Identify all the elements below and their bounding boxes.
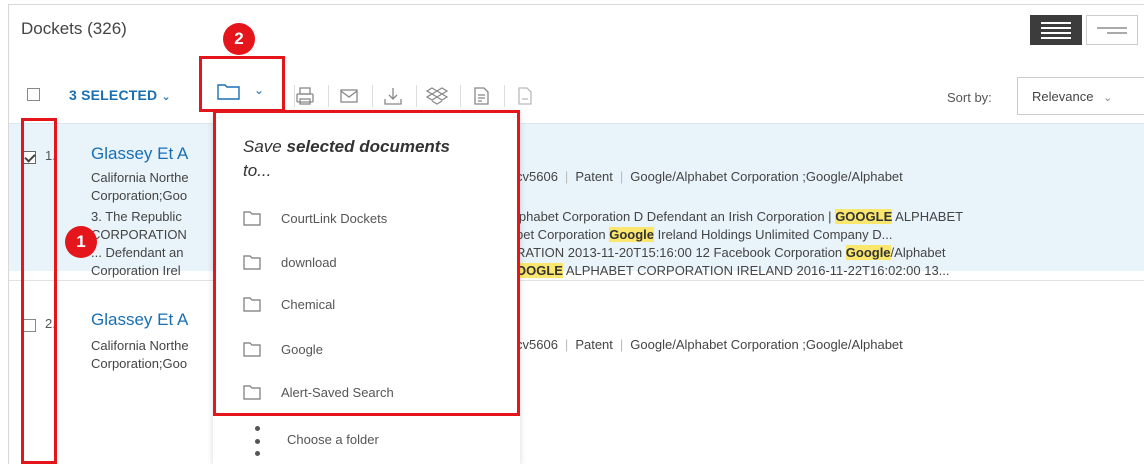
- selected-count-dropdown[interactable]: 3 SELECTED ⌄: [69, 87, 171, 103]
- toolbar-divider: [504, 85, 505, 107]
- result-parties: Google/Alphabet Corporation ;Google/Alph…: [630, 337, 903, 352]
- chevron-down-icon: ⌄: [1103, 92, 1113, 104]
- result-item: 1. Glassey Et A California Northe Corpor…: [9, 123, 1144, 278]
- toolbar-divider: [372, 85, 373, 107]
- folder-icon: [243, 342, 261, 357]
- snippet-line: bet Corporation Google Ireland Holdings …: [516, 227, 893, 242]
- menu-item-label: Alert-Saved Search: [281, 384, 394, 400]
- toolbar-divider: [460, 85, 461, 107]
- dropbox-icon[interactable]: [425, 85, 449, 107]
- sort-label: Sort by:: [947, 90, 992, 105]
- result-meta: California Northe Corporation;Goo: [91, 169, 189, 205]
- choose-folder-label: Choose a folder: [287, 432, 379, 447]
- folder-icon: [243, 255, 261, 270]
- list-view-button[interactable]: [1030, 15, 1082, 45]
- result-title-link[interactable]: Glassey Et A: [91, 310, 188, 330]
- menu-item-label: CourtLink Dockets: [281, 210, 388, 226]
- choose-folder-button[interactable]: Choose a folder: [213, 413, 520, 464]
- result-item: 2. Glassey Et A California Northe Corpor…: [9, 280, 1144, 464]
- folder-icon: [243, 385, 261, 400]
- result-court: California Northe: [91, 170, 189, 185]
- snippet-line: 3. The Republic: [91, 209, 182, 224]
- checkbox-column-highlight: [21, 118, 57, 464]
- toolbar-divider: [328, 85, 329, 107]
- chevron-down-icon: ⌄: [161, 91, 171, 103]
- menu-item-folder[interactable]: Alert-Saved Search: [243, 377, 503, 407]
- menu-item-folder[interactable]: CourtLink Dockets: [243, 203, 503, 233]
- snippet-left: 3. The Republic CORPORATION ... Defendan…: [91, 208, 187, 280]
- select-all-checkbox[interactable]: [27, 88, 40, 101]
- result-meta-right: cv5606 | Patent | Google/Alphabet Corporatio…: [516, 169, 903, 184]
- search-hit: Google: [609, 227, 655, 242]
- result-type: Patent: [575, 337, 613, 352]
- print-icon[interactable]: [294, 85, 316, 107]
- results-toolbar: 3 SELECTED ⌄ Sort by: Relevance ⌄: [9, 73, 1144, 117]
- search-hit: GOOGLE: [835, 209, 893, 224]
- menu-item-folder[interactable]: Google: [243, 334, 503, 364]
- annotation-badge-1: 1: [65, 226, 97, 258]
- result-case-number: cv5606: [516, 337, 558, 352]
- result-court: California Northe: [91, 338, 189, 353]
- folder-icon: [243, 297, 261, 312]
- sort-select[interactable]: Relevance ⌄: [1017, 77, 1144, 115]
- chevron-down-icon: ⌄: [254, 83, 265, 97]
- annotation-badge-2: 2: [223, 23, 255, 55]
- toolbar-divider: [416, 85, 417, 107]
- result-type: Patent: [575, 169, 613, 184]
- menu-item-label: Google: [281, 341, 323, 357]
- copy-doc-icon[interactable]: [470, 85, 492, 107]
- menu-heading: Save selected documents to...: [243, 137, 450, 180]
- folder-icon: [243, 211, 261, 226]
- email-icon[interactable]: [338, 85, 360, 107]
- snippet-line: Corporation Irel: [91, 263, 181, 278]
- page-title: Dockets (326): [21, 19, 127, 38]
- download-icon[interactable]: [382, 85, 404, 107]
- result-case-number: cv5606: [516, 169, 558, 184]
- results-panel: Dockets (326) 3 SELECTED ⌄ Sort by: Rele…: [8, 4, 1144, 464]
- result-parties: Google/Alphabet Corporation ;Google/Alph…: [630, 169, 903, 184]
- snippet-right: lphabet Corporation D Defendant an Irish…: [516, 208, 963, 280]
- menu-item-folder[interactable]: Chemical: [243, 289, 503, 319]
- snippet-line: ... Defendant an: [91, 245, 184, 260]
- save-to-folder-button[interactable]: ⌄: [199, 56, 285, 112]
- snippet-line: CORPORATION: [91, 227, 187, 242]
- search-hit: Google: [845, 245, 891, 260]
- more-vertical-icon: [254, 426, 260, 456]
- menu-item-folder[interactable]: download: [243, 247, 503, 277]
- menu-item-label: download: [281, 254, 337, 270]
- snippet-line: lphabet Corporation D Defendant an Irish…: [516, 209, 964, 224]
- result-parties-left: Corporation;Goo: [91, 188, 188, 203]
- compact-view-button[interactable]: [1086, 15, 1138, 45]
- sort-value: Relevance: [1032, 89, 1094, 104]
- result-meta: California Northe Corporation;Goo: [91, 337, 189, 373]
- selected-count-label: 3 SELECTED: [69, 87, 158, 103]
- result-title-link[interactable]: Glassey Et A: [91, 144, 188, 164]
- menu-item-label: Chemical: [281, 296, 336, 312]
- document-icon[interactable]: [514, 85, 536, 107]
- folder-icon: [217, 84, 240, 100]
- snippet-line: OOGLE ALPHABET CORPORATION IRELAND 2016-…: [516, 263, 950, 278]
- snippet-line: RATION 2013-11-20T15:16:00 12 Facebook C…: [516, 245, 946, 260]
- view-toggle[interactable]: [1030, 15, 1140, 45]
- results-header: Dockets (326): [9, 5, 1144, 55]
- result-meta-right: cv5606 | Patent | Google/Alphabet Corporatio…: [516, 337, 903, 352]
- search-hit: OOGLE: [516, 263, 563, 278]
- result-parties-left: Corporation;Goo: [91, 356, 188, 371]
- save-to-folder-menu: Save selected documents to... CourtLink D…: [213, 110, 520, 464]
